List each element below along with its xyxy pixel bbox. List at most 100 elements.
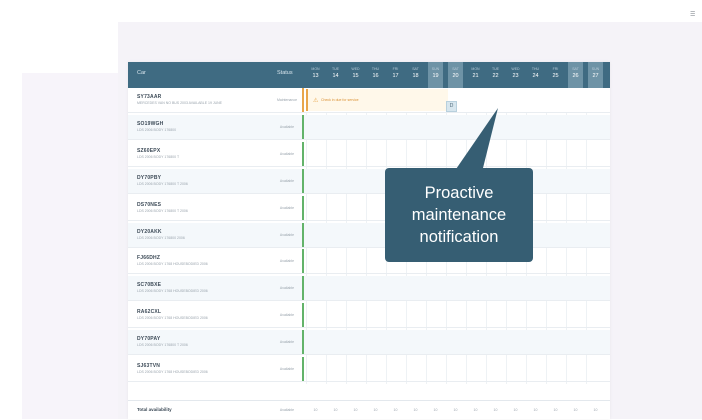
status-indicator [302,249,304,274]
car-status: Available [279,367,295,371]
day-column-header[interactable]: THU 24 [528,62,543,88]
status-indicator [302,222,304,247]
car-status: Available [279,313,295,318]
schedule-header: Car Status MON 13 TUE 14 WED 15 THU 16 FRI 17 SAT 1… [128,62,610,88]
availability-count: 10 [493,408,498,412]
availability-count: 10 [413,408,418,412]
car-row[interactable]: SZ60EPX LDS 2006 BODY 176800 T Available [128,141,610,167]
day-number: 13 [312,73,319,79]
day-of-week: SAT [412,67,419,71]
day-number: 15 [352,73,359,79]
car-description: LDS 2006 BODY 1768 HOUSEBODIED 2006 [137,289,208,294]
car-registration[interactable]: SJ63TVN [137,363,160,369]
car-row[interactable]: SJ63TVN LDS 2006 BODY 1768 HOUSEBODIED 20… [128,357,610,382]
car-registration[interactable]: SO19WGH [137,121,163,127]
availability-label: Total availability [137,407,172,412]
day-number: 20 [452,73,459,79]
proactive-maintenance-callout: Proactive maintenance notification [385,168,533,262]
day-of-week: FRI [392,67,399,71]
car-row[interactable]: SC70BXE LDS 2006 BODY 1768 HOUSEBODIED 20… [128,276,610,302]
day-column-header[interactable]: TUE 14 [328,62,343,88]
day-column-header[interactable]: SUN 19 [428,62,443,88]
car-description: LDS 2006 BODY 176800 T 2006 [137,208,188,213]
day-number: 17 [392,73,399,79]
status-indicator [302,195,304,220]
car-registration[interactable]: DY70PBY [137,175,161,181]
car-description: LDS 2006 BODY 176800 T 2006 [137,181,188,186]
day-number: 18 [412,73,419,79]
car-description: LDS 2006 BODY 1768 HOUSEBODIED 2006 [137,262,208,267]
car-row[interactable]: DY70PAY LDS 2006 BODY 176800 T 2006 Availa… [128,330,610,356]
day-of-week: SUN [591,67,600,71]
wrench-icon: ⚠ [313,98,319,104]
day-of-week: SAT [572,67,579,71]
availability-count: 10 [373,408,378,412]
callout-pointer [454,108,498,172]
availability-count: 10 [353,408,358,412]
day-column-header[interactable]: FRI 25 [548,62,563,88]
car-column-header: Car [137,70,146,76]
status-indicator [302,168,304,193]
day-column-header[interactable]: WED 15 [348,62,363,88]
day-number: 22 [492,73,499,79]
day-column-header[interactable]: THU 16 [368,62,383,88]
car-registration[interactable]: FJ66DHZ [137,255,160,261]
day-column-header[interactable]: SAT 26 [568,62,583,88]
day-column-header[interactable]: SAT 18 [408,62,423,88]
availability-count: 10 [393,408,398,412]
car-registration[interactable]: SZ60EPX [137,148,160,154]
status-indicator [302,88,304,112]
day-column-header[interactable]: MON 21 [468,62,483,88]
car-registration[interactable]: DY70PAY [137,336,160,342]
user-menu-icon[interactable]: ☰ [690,11,695,18]
car-row[interactable]: RA62CXL LDS 2006 BODY 1768 HOUSEBODIED 20… [128,303,610,329]
availability-count: 10 [553,408,558,412]
schedule-card: Car Status MON 13 TUE 14 WED 15 THU 16 FRI 17 SAT 1… [128,62,610,419]
day-of-week: FRI [552,67,559,71]
day-of-week: MON [311,67,320,71]
maintenance-event[interactable]: ⚠ Check in due for service [306,89,448,111]
day-of-week: TUE [332,67,339,71]
car-description: LDS 2006 BODY 176800 T [137,154,180,159]
car-registration[interactable]: RA62CXL [137,309,161,315]
car-registration[interactable]: SY73AAR [137,94,161,100]
status-column-header: Status [277,70,293,76]
day-of-week: THU [371,67,380,71]
car-registration[interactable]: SC70BXE [137,282,161,288]
car-status: Available [279,340,295,345]
car-registration[interactable]: DS70NES [137,202,161,208]
day-column-header[interactable]: TUE 22 [488,62,503,88]
car-description: LDS 2006 BODY 176800 T 2006 [137,343,188,348]
car-row[interactable]: SO19WGH LDS 2006 BODY 176800 Available [128,114,610,140]
day-column-header[interactable]: SUN 27 [588,62,603,88]
day-number: 21 [472,73,479,79]
availability-footer: Total availability Available 10 10 10 10 10 1… [128,400,610,420]
availability-count: 10 [333,408,338,412]
car-row[interactable]: DY20AKK LDS 2006 BODY 176800 2006 Availabl… [128,222,610,248]
car-status: Available [279,124,295,129]
availability-count: 10 [593,408,598,412]
car-status: Available [279,259,295,264]
day-number: 27 [592,73,599,79]
day-of-week: THU [531,67,540,71]
day-of-week: MON [471,67,480,71]
car-row[interactable]: DS70NES LDS 2006 BODY 176800 T 2006 Availa… [128,195,610,221]
availability-count: 10 [453,408,458,412]
day-of-week: WED [351,67,360,71]
day-column-header[interactable]: FRI 17 [388,62,403,88]
car-status: Available [279,205,295,210]
car-status: Available [279,286,295,291]
car-row[interactable]: FJ66DHZ LDS 2006 BODY 1768 HOUSEBODIED 20… [128,249,610,275]
day-number: 19 [432,73,439,79]
availability-status: Available [279,408,295,412]
day-column-header[interactable]: MON 13 [308,62,323,88]
availability-count: 10 [513,408,518,412]
day-of-week: SAT [452,67,459,71]
day-number: 25 [552,73,559,79]
car-row[interactable]: DY70PBY LDS 2006 BODY 176800 T 2006 Availa… [128,168,610,194]
day-number: 26 [572,73,579,79]
day-column-header[interactable]: WED 23 [508,62,523,88]
car-status: Available [279,178,295,183]
day-column-header[interactable]: SAT 20 [448,62,463,88]
car-registration[interactable]: DY20AKK [137,229,162,235]
